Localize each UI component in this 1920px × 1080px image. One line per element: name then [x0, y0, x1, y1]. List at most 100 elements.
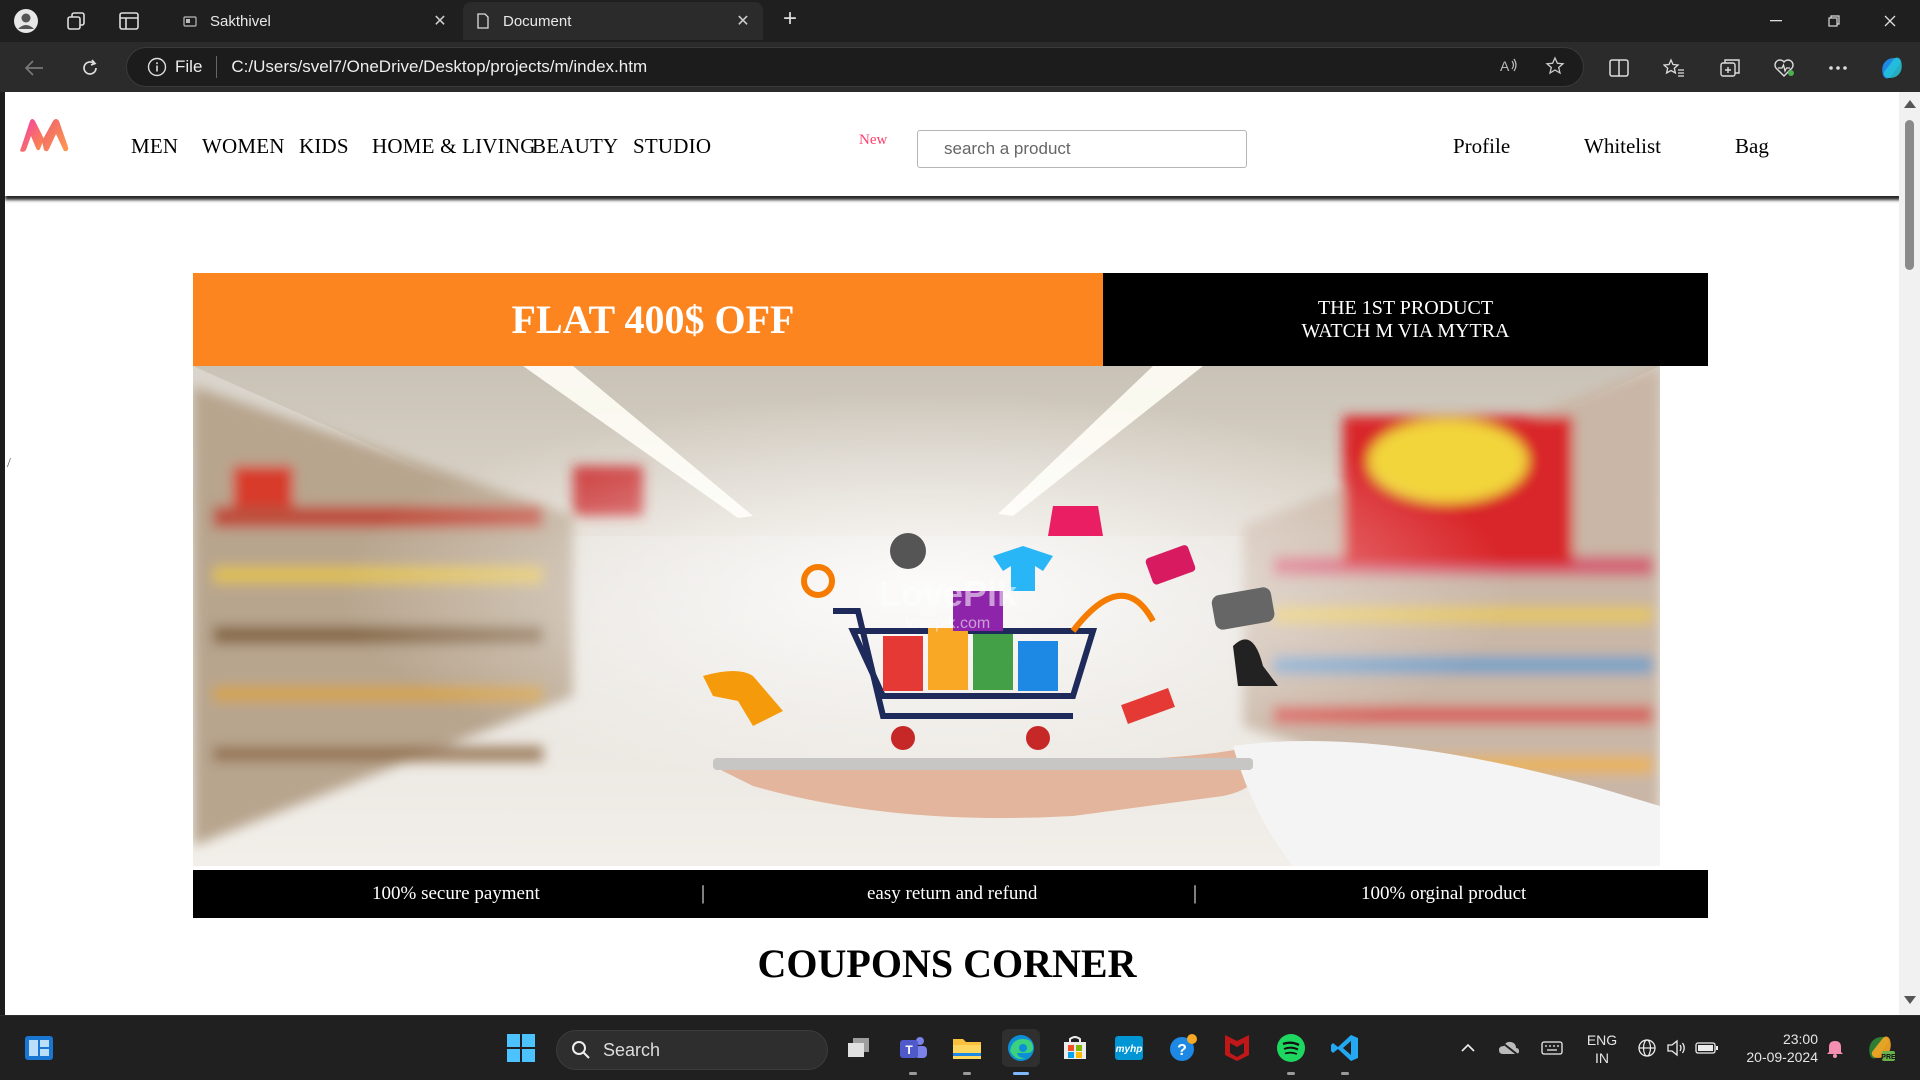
language-code: ENG: [1586, 1032, 1618, 1048]
running-indicator: [963, 1072, 971, 1075]
promo-title: FLAT 400$ OFF: [511, 297, 795, 342]
get-help-icon[interactable]: ?: [1164, 1029, 1202, 1067]
page-scrollbar[interactable]: [1899, 92, 1920, 1015]
new-tab-button[interactable]: +: [776, 6, 804, 34]
vertical-tabs-icon[interactable]: [115, 8, 143, 34]
close-window-icon[interactable]: [1870, 8, 1910, 34]
address-bar[interactable]: File C:/Users/svel7/OneDrive/Desktop/pro…: [126, 47, 1584, 87]
coupons-heading: COUPONS CORNER: [757, 941, 1137, 986]
task-view-icon[interactable]: [840, 1029, 878, 1067]
nav-kids[interactable]: KIDS: [299, 134, 349, 159]
running-indicator: [1341, 1072, 1349, 1075]
profile-link[interactable]: Profile: [1453, 134, 1510, 159]
scroll-down-icon[interactable]: [1904, 996, 1916, 1004]
onedrive-offline-icon[interactable]: [1494, 1029, 1524, 1067]
file-explorer-icon[interactable]: [948, 1029, 986, 1075]
nav-men[interactable]: MEN: [131, 134, 178, 159]
edge-artifact: /: [7, 456, 11, 471]
myntra-logo-icon[interactable]: [18, 117, 70, 153]
show-hidden-icons-icon[interactable]: [1454, 1029, 1482, 1067]
spotify-icon[interactable]: [1272, 1029, 1310, 1075]
battery-icon[interactable]: [1692, 1029, 1722, 1067]
widgets-icon[interactable]: [20, 1029, 58, 1067]
region-code: IN: [1595, 1050, 1609, 1066]
address-bar-actions: A: [1499, 56, 1565, 81]
tab-close-icon[interactable]: ✕: [430, 11, 450, 31]
promo-side-panel: THE 1ST PRODUCT WATCH M VIA MYTRA: [1103, 273, 1708, 366]
nav-home-living[interactable]: HOME & LIVING: [372, 134, 536, 159]
document-page-icon: [475, 13, 491, 29]
split-screen-icon[interactable]: [1605, 54, 1633, 82]
browser-essentials-icon[interactable]: [1770, 54, 1798, 82]
trust-bar: 100% secure payment | easy return and re…: [193, 870, 1708, 918]
secure-payment-label: 100% secure payment: [372, 883, 540, 904]
search-icon: [572, 1041, 590, 1059]
trust-divider: |: [1193, 882, 1198, 904]
keyboard-icon[interactable]: [1537, 1029, 1567, 1067]
teams-icon[interactable]: T: [894, 1029, 932, 1075]
tab-favicon-icon: [182, 13, 198, 29]
promo-banner[interactable]: FLAT 400$ OFF: [193, 273, 1103, 366]
refresh-icon[interactable]: [76, 54, 104, 82]
myhp-icon[interactable]: myhp: [1110, 1029, 1148, 1067]
svg-text:PRE: PRE: [1881, 1054, 1896, 1061]
copilot-taskbar-icon[interactable]: PRE: [1860, 1029, 1900, 1067]
browser-title-bar: Sakthivel ✕ Document ✕ +: [0, 0, 1920, 42]
tab-document[interactable]: Document ✕: [463, 2, 763, 40]
back-icon[interactable]: [20, 54, 48, 82]
more-options-icon[interactable]: [1824, 54, 1852, 82]
promo-side-text: THE 1ST PRODUCT WATCH M VIA MYTRA: [1301, 296, 1510, 342]
page-viewport: MEN WOMEN KIDS HOME & LIVING BEAUTY STUD…: [5, 92, 1901, 1015]
nav-beauty[interactable]: BEAUTY: [532, 134, 618, 159]
hero-shopping-image: LovePik lovepik.com: [193, 366, 1660, 866]
url-divider: [216, 56, 218, 78]
original-product-label: 100% orginal product: [1361, 883, 1527, 904]
trust-divider: |: [701, 882, 706, 904]
restore-icon[interactable]: [1814, 8, 1854, 34]
new-badge: New: [859, 132, 888, 148]
address-bar-row: File C:/Users/svel7/OneDrive/Desktop/pro…: [0, 42, 1920, 92]
profile-avatar-icon[interactable]: [12, 8, 40, 34]
vscode-icon[interactable]: [1326, 1029, 1364, 1075]
bag-link[interactable]: Bag: [1735, 134, 1769, 159]
tab-close-icon[interactable]: ✕: [733, 11, 753, 31]
nav-studio[interactable]: STUDIO: [633, 134, 711, 159]
site-info-icon[interactable]: [147, 57, 167, 77]
volume-icon[interactable]: [1662, 1029, 1692, 1067]
favorite-star-icon[interactable]: [1545, 56, 1565, 81]
taskbar-search-label: Search: [603, 1039, 661, 1060]
minimize-icon[interactable]: [1756, 8, 1796, 34]
tab-sakthivel[interactable]: Sakthivel ✕: [170, 2, 460, 40]
clock[interactable]: 23:00 20-09-2024: [1734, 1030, 1818, 1066]
read-aloud-icon[interactable]: A: [1499, 56, 1519, 81]
running-indicator: [909, 1072, 917, 1075]
notifications-bell-icon[interactable]: [1820, 1029, 1850, 1067]
taskbar: Search T myhp ? ENG IN 23:00 20-09-2024 …: [0, 1015, 1920, 1080]
scroll-up-icon[interactable]: [1904, 100, 1916, 108]
mcafee-icon[interactable]: [1218, 1029, 1256, 1067]
workspaces-icon[interactable]: [62, 8, 90, 34]
microsoft-store-icon[interactable]: [1056, 1029, 1094, 1067]
whitelist-link[interactable]: Whitelist: [1584, 134, 1661, 159]
hero-watermark: LovePik: [879, 573, 1018, 614]
search-input[interactable]: [917, 130, 1247, 168]
copilot-icon[interactable]: [1878, 54, 1906, 82]
svg-text:?: ?: [1177, 1042, 1187, 1059]
url-text[interactable]: C:/Users/svel7/OneDrive/Desktop/projects…: [231, 57, 647, 77]
svg-text:T: T: [905, 1043, 913, 1057]
easy-return-label: easy return and refund: [867, 883, 1038, 904]
start-icon[interactable]: [502, 1029, 540, 1067]
network-globe-icon[interactable]: [1632, 1029, 1662, 1067]
running-indicator: [1287, 1072, 1295, 1075]
tab-label: Sakthivel: [210, 12, 271, 30]
edge-browser-icon[interactable]: [1002, 1029, 1040, 1075]
site-header: MEN WOMEN KIDS HOME & LIVING BEAUTY STUD…: [5, 92, 1901, 196]
taskbar-search-box[interactable]: Search: [556, 1030, 828, 1070]
nav-women[interactable]: WOMEN: [202, 134, 285, 159]
svg-text:myhp: myhp: [1116, 1044, 1143, 1055]
hero-watermark-sub: lovepik.com: [906, 615, 990, 632]
language-indicator[interactable]: ENG IN: [1582, 1031, 1622, 1067]
favorites-icon[interactable]: [1660, 54, 1688, 82]
collections-icon[interactable]: [1716, 54, 1744, 82]
scroll-thumb[interactable]: [1905, 120, 1914, 270]
